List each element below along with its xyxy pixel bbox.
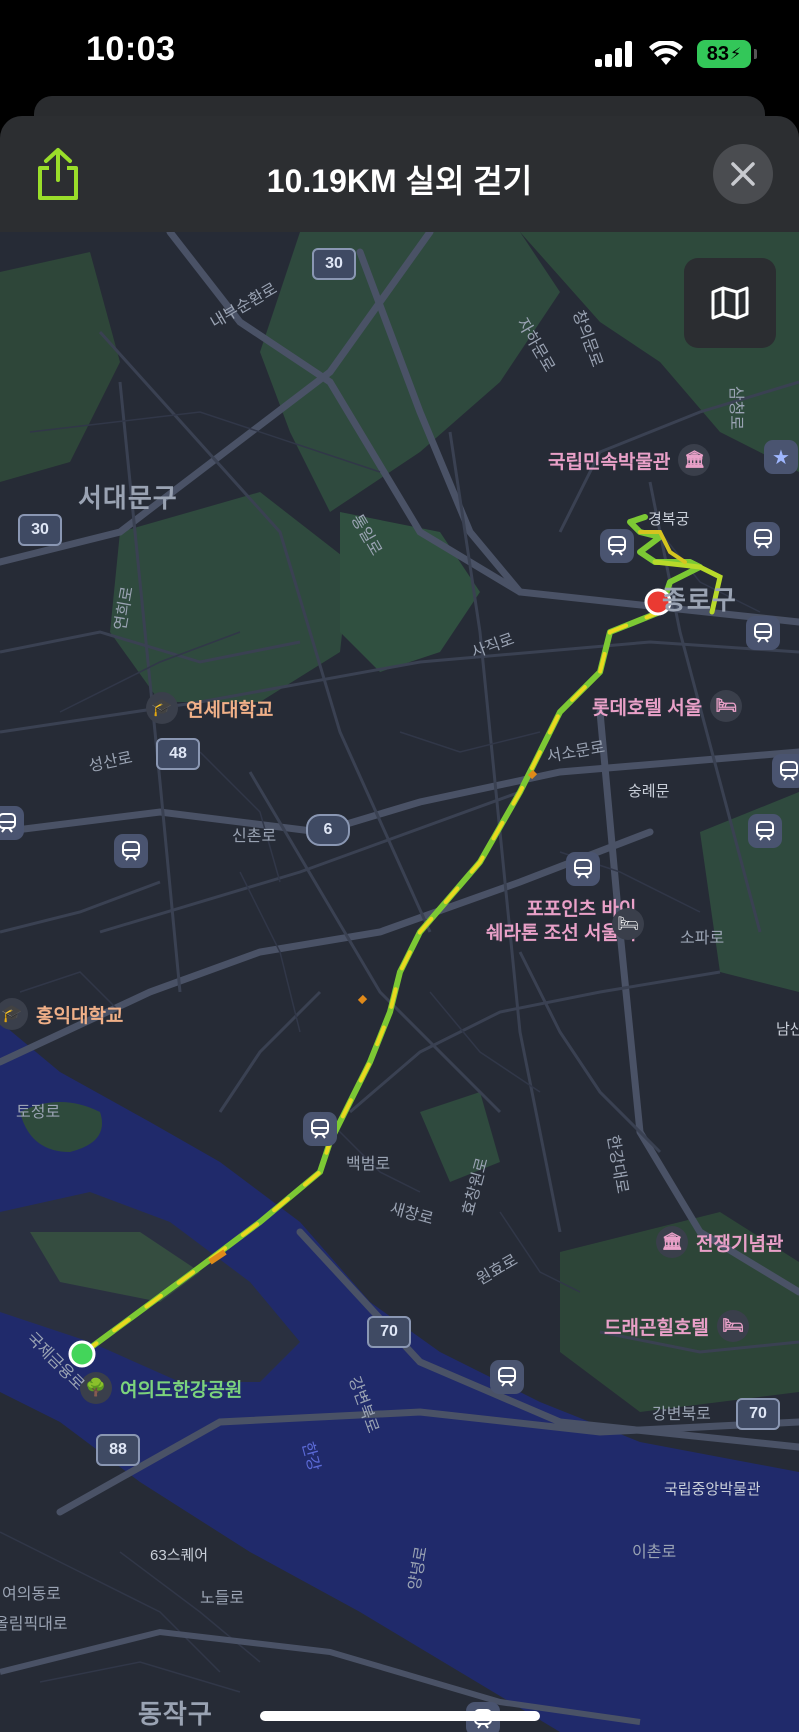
poi-label: 전쟁기념관 <box>696 1233 784 1255</box>
poi-sungnyemun[interactable]: 숭례문 <box>628 780 669 801</box>
battery-indicator: 83 ⚡ <box>697 40 757 68</box>
subway-station-icon[interactable] <box>746 616 780 650</box>
poi-namsan[interactable]: 남산 <box>776 1018 799 1039</box>
hotel-icon: 🛏 <box>612 908 644 940</box>
terrain-mountain-north <box>260 232 560 512</box>
map-mode-button[interactable] <box>684 258 776 348</box>
university-icon: 🎓 <box>0 998 28 1030</box>
home-indicator[interactable] <box>260 1711 540 1721</box>
subway-station-icon[interactable] <box>566 852 600 886</box>
poi-yeouido-park[interactable]: 🌳 여의도한강공원 <box>80 1372 242 1404</box>
poi-label: 여의도한강공원 <box>120 1379 243 1401</box>
road-label: 소파로 <box>680 930 725 947</box>
subway-station-icon[interactable] <box>303 1112 337 1146</box>
subway-station-icon[interactable] <box>114 834 148 868</box>
museum-icon: 🏛 <box>656 1226 688 1258</box>
district-seodaemun: 서대문구 <box>78 483 178 513</box>
favorite-star-icon[interactable]: ★ <box>764 440 798 474</box>
poi-label: 홍익대학교 <box>36 1005 124 1027</box>
cellular-signal-icon <box>595 41 632 67</box>
subway-station-icon[interactable] <box>772 754 799 788</box>
district-dongjak: 동작구 <box>138 1699 213 1729</box>
road-label: 토정로 <box>16 1104 61 1121</box>
subway-station-icon[interactable] <box>746 522 780 556</box>
road-label: 신촌로 <box>232 828 277 845</box>
subway-station-icon[interactable] <box>0 806 24 840</box>
poi-dragon-hill[interactable]: 드래곤힐호텔 🛏 <box>604 1310 749 1342</box>
road-label: 올림픽대로 <box>0 1616 68 1633</box>
road-label: 노들로 <box>200 1590 245 1607</box>
poi-63-square[interactable]: 63스퀘어 <box>150 1544 208 1565</box>
sheet-title: 10.19KM 실외 걷기 <box>266 163 533 199</box>
close-button[interactable] <box>713 144 773 204</box>
district-jongno: 종로구 <box>662 585 737 615</box>
route-shield-70: 70 <box>736 1398 780 1430</box>
poi-label: 드래곤힐호텔 <box>604 1317 709 1339</box>
poi-gyeongbokgung[interactable]: 경복궁 <box>648 508 689 529</box>
road-label: 여의동로 <box>2 1586 61 1603</box>
road-label: 이촌로 <box>632 1544 677 1561</box>
poi-label: 롯데호텔 서울 <box>592 697 703 719</box>
road-label: 강변북로 <box>652 1406 711 1423</box>
wifi-icon <box>649 41 683 65</box>
charging-bolt-icon: ⚡ <box>730 46 742 63</box>
sheet-header: 10.19KM 실외 걷기 <box>0 116 799 232</box>
poi-folk-museum[interactable]: 국립민속박물관 🏛 <box>548 444 711 476</box>
route-shield-88: 88 <box>96 1434 140 1466</box>
road-label: 백범로 <box>346 1156 391 1173</box>
route-shield-30: 30 <box>312 248 356 280</box>
road-label: 삼청로 <box>727 385 745 431</box>
status-time: 10:03 <box>86 30 176 68</box>
status-bar: 10:03 83 ⚡ <box>0 0 799 100</box>
museum-icon: 🏛 <box>678 444 711 476</box>
subway-station-icon[interactable] <box>490 1360 524 1394</box>
subway-station-icon[interactable] <box>748 814 782 848</box>
close-icon <box>731 162 755 186</box>
route-shield-48: 48 <box>156 738 200 770</box>
poi-national-museum[interactable]: 국립중앙박물관 <box>664 1478 761 1499</box>
poi-label: 국립민속박물관 <box>548 451 671 473</box>
route-shield-30: 30 <box>18 514 62 546</box>
route-shield-70: 70 <box>367 1316 411 1348</box>
hotel-icon: 🛏 <box>710 690 743 722</box>
poi-war-memorial[interactable]: 🏛 전쟁기념관 <box>656 1226 783 1258</box>
map-icon <box>711 286 749 320</box>
battery-cap <box>754 49 757 59</box>
poi-lotte-hotel[interactable]: 롯데호텔 서울 🛏 <box>592 690 743 722</box>
subway-station-icon[interactable] <box>600 529 634 563</box>
university-icon: 🎓 <box>146 692 178 724</box>
poi-yonsei[interactable]: 🎓 연세대학교 <box>146 692 273 724</box>
battery-level: 83 <box>706 42 729 65</box>
status-icons: 83 ⚡ <box>595 38 757 70</box>
terrain-west <box>0 252 120 482</box>
hotel-icon: 🛏 <box>716 1310 749 1342</box>
route-shield-6: 6 <box>306 814 350 846</box>
poi-hongik[interactable]: 🎓 홍익대학교 <box>0 998 123 1030</box>
terrain-ansan <box>110 492 350 702</box>
route-map[interactable]: 30 30 48 6 70 70 88 서대문구 종로구 동작구 국립민속박물관… <box>0 232 799 1732</box>
poi-label: 연세대학교 <box>186 699 274 721</box>
